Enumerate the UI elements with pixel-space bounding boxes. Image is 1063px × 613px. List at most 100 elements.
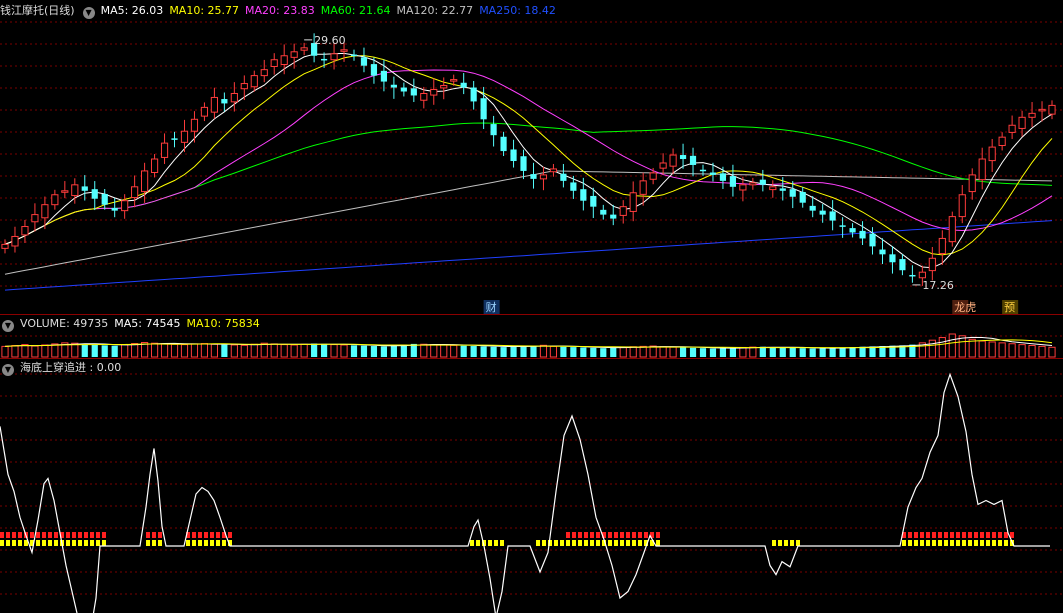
signal-bar-yellow xyxy=(158,540,162,546)
ma10-value: MA10: 25.77 xyxy=(169,4,240,17)
candle-body-up xyxy=(280,55,288,65)
signal-bar-yellow xyxy=(566,540,570,546)
signal-bar-red xyxy=(66,532,70,538)
volume-bar-down xyxy=(799,348,806,357)
signal-bar-yellow xyxy=(638,540,642,546)
candle-body-down xyxy=(91,189,98,199)
candle-body-up xyxy=(938,237,946,255)
candle-body-up xyxy=(998,136,1006,147)
candle-body-down xyxy=(380,70,388,82)
signal-bar-red xyxy=(620,532,624,538)
volume-bar-down xyxy=(520,346,527,357)
signal-bar-yellow xyxy=(578,540,582,546)
signal-bar-yellow xyxy=(974,540,978,546)
volume-ma5: MA5: 74545 xyxy=(114,317,181,330)
signal-bar-red xyxy=(932,532,936,538)
volume-bar-down xyxy=(819,348,826,357)
signal-bar-yellow xyxy=(470,540,474,546)
signal-bar-red xyxy=(914,532,918,538)
signal-bar-yellow xyxy=(590,540,594,546)
signal-bar-yellow xyxy=(560,540,564,546)
signal-bar-red xyxy=(158,532,162,538)
signal-bar-yellow xyxy=(536,540,540,546)
candle-body-down xyxy=(709,172,717,175)
signal-bar-red xyxy=(192,532,196,538)
candle-body-up xyxy=(300,47,308,51)
volume-bar-up xyxy=(669,346,677,358)
candle-body-down xyxy=(570,182,577,191)
candle-body-down xyxy=(729,176,737,187)
candle-body-down xyxy=(530,174,537,179)
signal-bar-red xyxy=(608,532,612,538)
candle-body-up xyxy=(968,174,976,193)
candle-body-down xyxy=(500,136,507,152)
candle-body-up xyxy=(230,92,238,103)
candle-body-up xyxy=(450,79,458,82)
signal-bar-red xyxy=(986,532,990,538)
signal-bar-red xyxy=(578,532,582,538)
volume-bar-up xyxy=(450,344,458,358)
collapse-icon[interactable]: ▼ xyxy=(82,7,95,19)
signal-bar-yellow xyxy=(6,540,10,546)
candle-body-down xyxy=(171,138,178,140)
signal-bar-yellow xyxy=(96,540,100,546)
volume-bar-down xyxy=(311,343,318,357)
signal-bar-yellow xyxy=(962,540,966,546)
signal-bar-red xyxy=(638,532,642,538)
candle-body-down xyxy=(320,58,328,61)
volume-bar-up xyxy=(639,345,647,358)
signal-bar-red xyxy=(926,532,930,538)
candle-body-down xyxy=(221,99,228,104)
signal-bar-red xyxy=(0,532,4,538)
candle-body-up xyxy=(190,118,199,132)
candle-body-up xyxy=(988,146,996,162)
signal-bar-red xyxy=(596,532,600,538)
signal-bar-red xyxy=(102,532,106,538)
candle-body-up xyxy=(240,83,248,90)
volume-bar-down xyxy=(500,347,507,357)
candle-body-down xyxy=(889,254,896,263)
indicator-collapse-icon[interactable]: ▼ xyxy=(2,364,14,376)
signal-bar-yellow xyxy=(476,540,480,546)
candle-body-up xyxy=(210,96,218,113)
signal-bar-yellow xyxy=(980,540,984,546)
volume-bar-down xyxy=(470,346,477,357)
candle-body-down xyxy=(849,228,856,233)
signal-bar-yellow xyxy=(790,540,794,546)
signal-bar-yellow xyxy=(656,540,660,546)
volume-bar-down xyxy=(600,348,607,357)
signal-bar-yellow xyxy=(932,540,936,546)
signal-bar-yellow xyxy=(956,540,960,546)
volume-bar-up xyxy=(150,342,159,358)
candle-body-up xyxy=(330,53,338,61)
volume-bar-up xyxy=(968,338,976,358)
volume-bar-up xyxy=(659,346,667,358)
signal-bar-red xyxy=(590,532,594,538)
volume-bar-up xyxy=(1038,345,1046,358)
chart-canvas[interactable]: 29.60 17.26 财 龙虎 预 xyxy=(0,0,1063,613)
signal-bar-yellow xyxy=(572,540,576,546)
low-label: 17.26 xyxy=(922,279,954,292)
signal-bar-yellow xyxy=(920,540,924,546)
candle-body-up xyxy=(1038,108,1046,112)
signal-bar-red xyxy=(54,532,58,538)
signal-bar-red xyxy=(968,532,972,538)
volume-bar-up xyxy=(260,342,268,358)
ma60-line xyxy=(4,122,1053,245)
candle-body-down xyxy=(470,87,477,102)
volume-bar-down xyxy=(360,345,368,357)
signal-bar-red xyxy=(6,532,10,538)
candle-body-down xyxy=(689,155,697,165)
signal-bar-red xyxy=(950,532,954,538)
candle-body-down xyxy=(520,156,527,171)
volume-collapse-icon[interactable]: ▼ xyxy=(2,320,14,332)
signal-bar-yellow xyxy=(608,540,612,546)
signal-bar-red xyxy=(48,532,52,538)
candle-body-down xyxy=(400,87,407,92)
volume-bar-up xyxy=(330,344,338,358)
volume-bar-down xyxy=(81,344,88,357)
candle-body-down xyxy=(809,205,816,211)
volume-bar-up xyxy=(250,343,258,358)
signal-bar-red xyxy=(72,532,76,538)
candle-body-up xyxy=(290,51,298,58)
